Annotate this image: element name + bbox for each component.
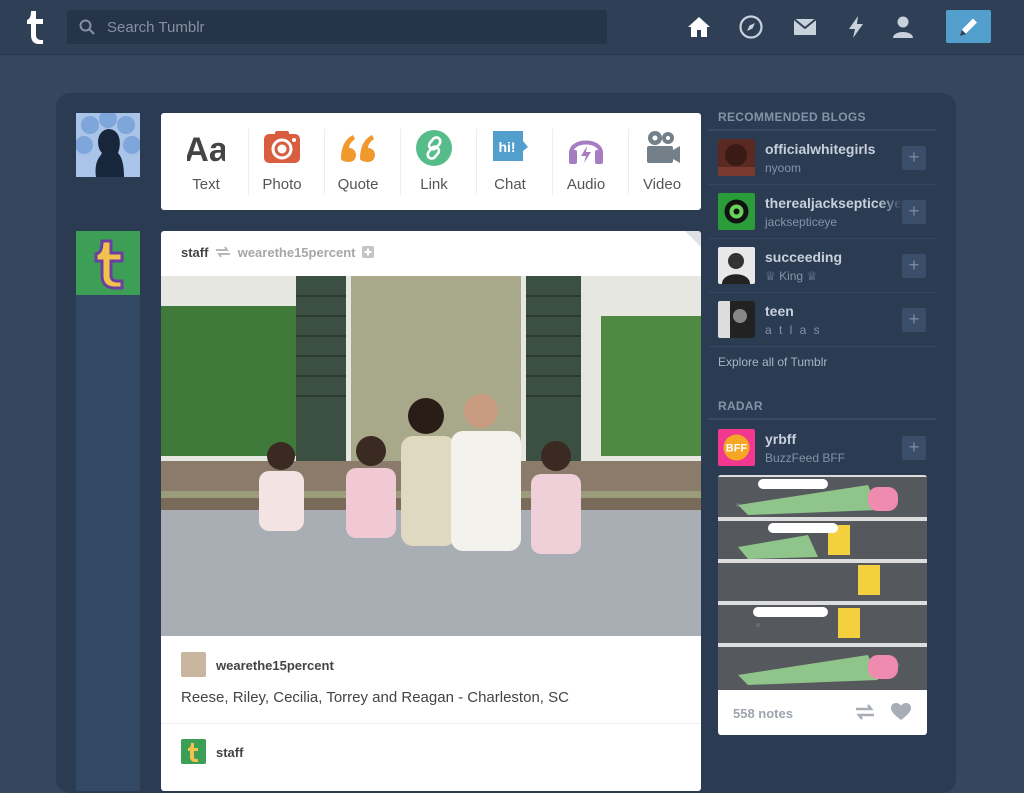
post-divider [161,723,701,724]
post-caption: Reese, Riley, Cecilia, Torrey and Reagan… [181,689,569,706]
blog-title: nyoom [765,161,802,175]
home-icon[interactable] [686,14,712,40]
follow-button[interactable]: + [902,146,926,170]
blog-avatar [718,301,755,338]
text-icon: Aa [187,131,225,167]
post-type-quote[interactable]: Quote [320,113,396,210]
post-type-label: Text [192,176,220,193]
blog-avatar [718,193,755,230]
svg-text:Aa: Aa [187,131,225,167]
post-type-video[interactable]: Video [624,113,700,210]
reblog-icon[interactable] [854,703,876,721]
post-author-link[interactable]: staff [181,245,208,260]
post-type-text[interactable]: Aa Text [168,113,244,210]
headphones-icon [569,140,603,164]
video-camera-icon [647,131,680,163]
recommended-title: RECOMMENDED BLOGS [718,110,866,124]
radar-title: RADAR [718,399,763,413]
notes-count[interactable]: 558 notes [733,706,793,721]
staff-mini-avatar [181,739,206,764]
heart-icon[interactable] [891,703,911,721]
explore-icon[interactable] [738,14,764,40]
source-name[interactable]: staff [216,745,243,760]
post-type-label: Chat [494,176,526,193]
search-box[interactable] [67,10,607,44]
recommended-blog[interactable]: officialwhitegirls nyoom + [708,131,936,185]
radar-post[interactable]: 558 notes [718,475,927,735]
tumblr-logo-icon[interactable] [18,8,52,46]
blog-title: a t l a s [765,323,822,337]
post-type-photo[interactable]: Photo [244,113,320,210]
search-input[interactable] [107,10,587,44]
dashboard-post: staff wearethe15percent wearethe15percen… [161,231,701,791]
post-type-chat[interactable]: hi! Chat [472,113,548,210]
blog-avatar [718,247,755,284]
follow-button[interactable]: + [902,436,926,460]
post-type-label: Video [642,176,682,193]
user-avatar[interactable] [76,113,140,177]
radar-comic-image[interactable] [718,475,927,690]
chat-icon: hi! [493,131,528,161]
svg-text:hi!: hi! [498,139,515,155]
source-avatar [181,652,206,677]
blog-title: ♕ King ♕ [765,269,818,283]
activity-icon[interactable] [843,14,869,40]
post-corner-fold [685,231,701,247]
pencil-icon [960,18,977,36]
follow-button[interactable]: + [902,200,926,224]
recommended-blog[interactable]: therealjacksepticeye jacksepticeye + [708,185,936,239]
svg-text:BFF: BFF [726,443,748,455]
link-icon [416,130,452,166]
post-type-link[interactable]: Link [396,113,472,210]
blog-title: BuzzFeed BFF [765,451,846,465]
staff-avatar[interactable] [76,231,140,295]
compose-button[interactable] [946,10,991,43]
post-type-label: Link [420,176,448,193]
blog-avatar: BFF [718,429,755,466]
radar-post-footer: 558 notes [718,690,927,735]
radar-blog[interactable]: BFF yrbff BuzzFeed BFF + [708,421,936,475]
post-type-label: Photo [262,176,302,193]
top-navigation-bar [0,0,1024,55]
post-type-label: Quote [337,176,379,193]
account-icon[interactable] [890,14,916,40]
recommended-blog[interactable]: teen a t l a s + [708,293,936,347]
post-type-bar: Aa Text Photo Quote Link hi! Chat Audio … [161,113,701,210]
inbox-icon[interactable] [792,14,818,40]
explore-link[interactable]: Explore all of Tumblr [718,355,827,369]
search-icon [79,19,95,35]
blog-title: jacksepticeye [765,215,838,229]
post-photo[interactable] [161,276,701,636]
recommended-blog[interactable]: succeeding ♕ King ♕ + [708,239,936,293]
follow-plus-icon[interactable] [362,246,375,258]
reblog-icon [216,246,231,258]
post-author-column [76,231,140,791]
post-type-audio[interactable]: Audio [548,113,624,210]
source-name[interactable]: wearethe15percent [216,658,334,673]
follow-button[interactable]: + [902,308,926,332]
follow-button[interactable]: + [902,254,926,278]
blog-avatar [718,139,755,176]
quote-icon [341,135,375,162]
post-type-label: Audio [566,176,606,193]
post-header: staff wearethe15percent [181,245,375,260]
reblogged-from-link[interactable]: wearethe15percent [238,245,356,260]
camera-icon [264,131,300,163]
